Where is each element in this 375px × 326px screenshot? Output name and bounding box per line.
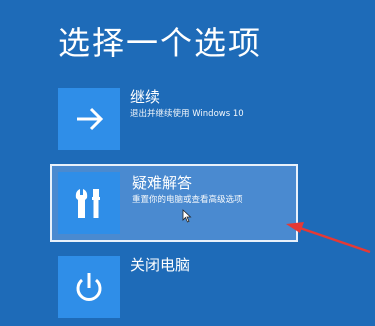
- annotation-arrow-icon: [286, 222, 371, 254]
